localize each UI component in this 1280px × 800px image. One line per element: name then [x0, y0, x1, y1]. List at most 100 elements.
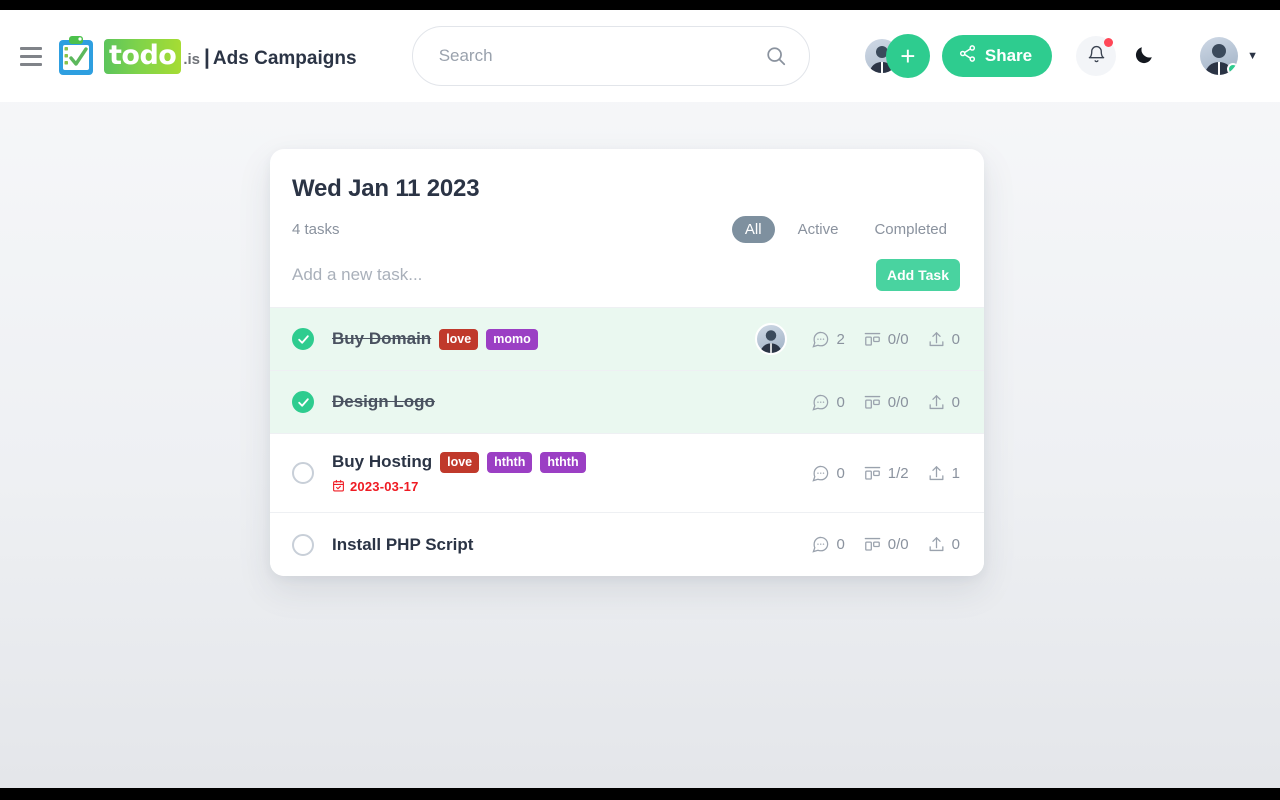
- task-title: Buy Hosting: [332, 452, 433, 471]
- letterbox-top: [0, 0, 1280, 10]
- search-input[interactable]: [438, 46, 765, 66]
- add-task-row: Add Task: [270, 243, 984, 307]
- card-header: Wed Jan 11 2023 4 tasks All Active Compl…: [270, 149, 984, 243]
- task-attachments[interactable]: 0: [927, 535, 960, 554]
- dark-mode-toggle[interactable]: [1126, 38, 1162, 74]
- task-comments[interactable]: 0: [811, 535, 845, 554]
- card-date: Wed Jan 11 2023: [292, 175, 480, 202]
- task-checkbox[interactable]: [292, 462, 314, 484]
- task-meta: 2 0/0 0: [755, 323, 960, 355]
- task-title: Install PHP Script: [332, 534, 474, 554]
- share-button-label: Share: [984, 46, 1033, 65]
- app-viewport: todo .is | Ads Campaigns Search + Share …: [0, 10, 1280, 788]
- task-attachments[interactable]: 1: [927, 464, 960, 483]
- task-comments[interactable]: 2: [811, 330, 845, 349]
- task-tag[interactable]: hthth: [487, 451, 533, 473]
- user-avatar[interactable]: [1200, 37, 1239, 75]
- filter-all[interactable]: All: [731, 216, 775, 243]
- task-subtasks[interactable]: 0/0: [863, 330, 909, 349]
- user-menu[interactable]: ▼: [1200, 37, 1258, 75]
- logo-suffix: .is: [183, 50, 201, 68]
- comment-count: 0: [836, 536, 845, 553]
- task-title: Design Logo: [332, 392, 435, 411]
- task-meta: 0 0/0 0: [811, 393, 960, 412]
- comment-icon: [811, 535, 830, 554]
- brand-separator: |: [204, 45, 210, 69]
- task-list: Buy Domain love momo 2 0/0 0 Design Logo…: [270, 307, 984, 576]
- task-tag[interactable]: momo: [486, 328, 538, 350]
- add-group: +: [864, 34, 930, 78]
- task-row[interactable]: Design Logo 0 0/0 0: [270, 371, 984, 434]
- task-subtasks[interactable]: 0/0: [863, 393, 909, 412]
- task-attachments[interactable]: 0: [927, 393, 960, 412]
- checklist-icon: [863, 393, 882, 412]
- task-tag[interactable]: love: [439, 328, 479, 350]
- upload-icon: [927, 330, 946, 349]
- search-icon[interactable]: [765, 45, 787, 67]
- task-row[interactable]: Install PHP Script 0 0/0 0: [270, 513, 984, 576]
- task-card: Wed Jan 11 2023 4 tasks All Active Compl…: [270, 149, 984, 576]
- task-filters: All Active Completed: [731, 216, 960, 243]
- filter-active[interactable]: Active: [785, 216, 852, 243]
- task-tag[interactable]: hthth: [540, 451, 586, 473]
- subtask-count: 1/2: [887, 464, 909, 482]
- clipboard-check-icon: [54, 33, 100, 79]
- due-date-text: 2023-03-17: [350, 479, 419, 494]
- task-tag[interactable]: love: [440, 451, 480, 473]
- task-comments[interactable]: 0: [811, 393, 845, 412]
- header-actions: + Share ▼: [864, 34, 1258, 78]
- upload-icon: [927, 535, 946, 554]
- comment-icon: [811, 464, 830, 483]
- task-attachments[interactable]: 0: [927, 330, 960, 349]
- task-meta: 0 1/2 1: [811, 464, 960, 483]
- attachment-count: 0: [951, 330, 960, 348]
- task-row[interactable]: Buy Domain love momo 2 0/0 0: [270, 308, 984, 371]
- bell-icon: [1087, 45, 1106, 67]
- new-task-input[interactable]: [292, 265, 877, 285]
- notifications-button[interactable]: [1076, 36, 1117, 76]
- task-checkbox[interactable]: [292, 533, 314, 556]
- logo-wordmark: todo: [104, 38, 182, 74]
- task-assignee-avatar[interactable]: [755, 323, 788, 355]
- comment-icon: [811, 393, 830, 412]
- task-due-date: 2023-03-17: [332, 479, 811, 495]
- task-content: Buy Domain love momo: [332, 328, 755, 350]
- task-checkbox[interactable]: [292, 391, 314, 413]
- app-header: todo .is | Ads Campaigns Search + Share …: [0, 10, 1280, 102]
- task-checkbox[interactable]: [292, 328, 314, 350]
- comment-count: 2: [836, 330, 845, 348]
- attachment-count: 1: [951, 464, 960, 482]
- task-content: Buy Hosting love hthth hthth 2023-03-17: [332, 451, 811, 495]
- task-subtasks[interactable]: 0/0: [863, 535, 909, 554]
- task-subtasks[interactable]: 1/2: [863, 464, 909, 483]
- comment-count: 0: [836, 464, 845, 482]
- subtask-count: 0/0: [887, 330, 909, 348]
- task-row[interactable]: Buy Hosting love hthth hthth 2023-03-17 …: [270, 434, 984, 513]
- hamburger-icon[interactable]: [14, 39, 48, 73]
- filter-completed[interactable]: Completed: [861, 216, 960, 243]
- upload-icon: [927, 393, 946, 412]
- task-content: Design Logo: [332, 392, 811, 412]
- upload-icon: [927, 464, 946, 483]
- task-meta: 0 0/0 0: [811, 535, 960, 554]
- subtask-count: 0/0: [887, 393, 909, 411]
- task-title: Buy Domain: [332, 329, 432, 348]
- chevron-down-icon[interactable]: ▼: [1247, 50, 1258, 62]
- checklist-icon: [863, 464, 882, 483]
- task-content: Install PHP Script: [332, 535, 811, 555]
- online-status-dot: [1227, 63, 1239, 75]
- checklist-icon: [863, 535, 882, 554]
- search-area: [357, 26, 865, 86]
- brand[interactable]: todo .is | Ads Campaigns: [54, 33, 357, 79]
- comment-icon: [811, 330, 830, 349]
- subtask-count: 0/0: [887, 536, 909, 553]
- attachment-count: 0: [951, 536, 960, 553]
- add-task-button[interactable]: Add Task: [876, 259, 960, 291]
- comment-count: 0: [836, 393, 845, 411]
- search-box[interactable]: [411, 26, 810, 86]
- add-button[interactable]: +: [885, 34, 930, 78]
- task-count: 4 tasks: [292, 221, 340, 238]
- checklist-icon: [863, 330, 882, 349]
- task-comments[interactable]: 0: [811, 464, 845, 483]
- share-button[interactable]: Share: [941, 35, 1053, 77]
